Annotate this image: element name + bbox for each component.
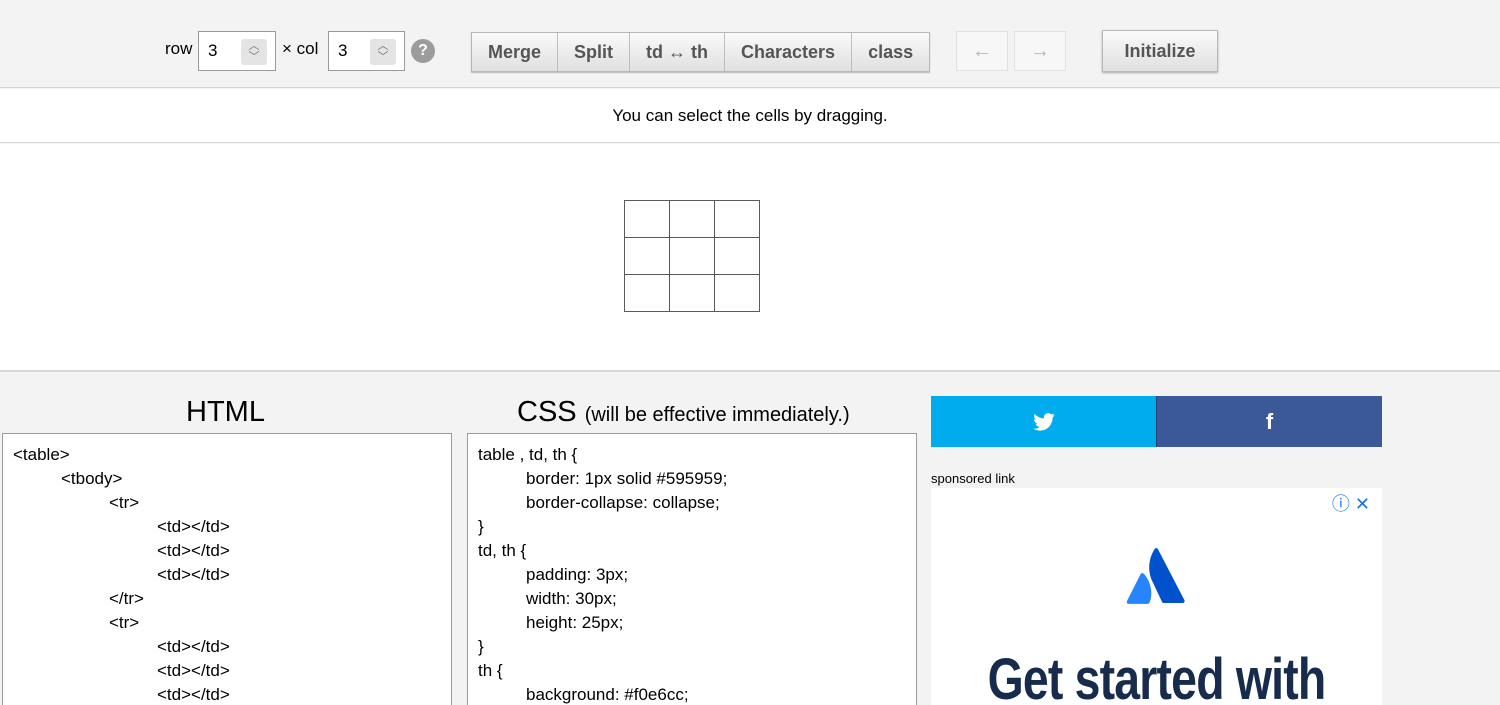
table-preview: [0, 144, 1500, 372]
css-panel-title: CSS: [517, 396, 577, 428]
code-line: <tr>: [109, 493, 140, 512]
preview-cell[interactable]: [624, 274, 670, 312]
atlassian-logo-icon: [1126, 548, 1185, 604]
code-line: <td></td>: [157, 565, 230, 584]
undo-button[interactable]: ←: [956, 31, 1008, 71]
code-line: </tr>: [109, 589, 144, 608]
edit-button-group: Merge Split td ↔ th Characters class: [471, 32, 931, 72]
preview-cell[interactable]: [714, 237, 760, 275]
code-line: <tr>: [109, 613, 140, 632]
css-panel-heading: CSS (will be effective immediately.): [517, 396, 850, 429]
code-line: table , td, th {: [478, 445, 578, 464]
row-label: row: [165, 39, 193, 58]
toggle-td-th-button[interactable]: td ↔ th: [630, 33, 725, 71]
preview-row: [624, 200, 760, 238]
code-line: <td></td>: [157, 685, 230, 704]
preview-table[interactable]: [624, 200, 760, 312]
facebook-share-button[interactable]: f: [1156, 396, 1382, 447]
facebook-icon: f: [1265, 408, 1274, 434]
ad-headline: Get started with: [987, 647, 1327, 705]
twitter-bird-icon: [1032, 412, 1055, 431]
split-button[interactable]: Split: [558, 33, 631, 71]
preview-cell[interactable]: [714, 200, 760, 238]
html-code-output[interactable]: <table> <tbody> <tr> <td></td> <td></td> <td>…: [2, 433, 452, 705]
col-stepper-icon[interactable]: ︿ ﹀: [370, 39, 396, 65]
row-count-input[interactable]: 3 ︿ ﹀: [198, 31, 276, 71]
code-line: td, th {: [478, 541, 527, 560]
ad-banner[interactable]: ⓘ ✕ Get started with: [931, 488, 1382, 705]
code-line: <td></td>: [157, 661, 230, 680]
redo-button[interactable]: →: [1014, 31, 1066, 71]
col-count-value: 3: [338, 41, 348, 60]
twitter-share-button[interactable]: [931, 396, 1156, 447]
col-count-input[interactable]: 3 ︿ ﹀: [328, 31, 405, 71]
preview-cell[interactable]: [669, 237, 715, 275]
code-line: padding: 3px;: [526, 565, 629, 584]
preview-row: [624, 274, 760, 312]
preview-cell[interactable]: [624, 237, 670, 275]
preview-cell[interactable]: [624, 200, 670, 238]
code-line: }: [478, 637, 484, 656]
code-line: <table>: [13, 445, 70, 464]
html-panel-title: HTML: [186, 396, 265, 428]
characters-button[interactable]: Characters: [725, 33, 853, 71]
code-line: border-collapse: collapse;: [526, 493, 720, 512]
preview-cell[interactable]: [669, 274, 715, 312]
code-line: }: [478, 517, 484, 536]
toolbar: row 3 ︿ ﹀ × col 3 ︿ ﹀ ? Merge Split td ↔ t…: [0, 0, 1500, 88]
code-line: th {: [478, 661, 503, 680]
preview-row: [624, 237, 760, 275]
row-count-value: 3: [208, 41, 218, 60]
code-line: <td></td>: [157, 637, 230, 656]
code-line: <td></td>: [157, 517, 230, 536]
code-line: border: 1px solid #595959;: [526, 469, 728, 488]
class-button[interactable]: class: [852, 33, 930, 71]
code-line: height: 25px;: [526, 613, 624, 632]
preview-cell[interactable]: [669, 200, 715, 238]
col-label: × col: [282, 39, 319, 58]
sponsored-label: sponsored link: [931, 471, 1015, 486]
merge-button[interactable]: Merge: [472, 33, 559, 71]
initialize-button[interactable]: Initialize: [1102, 30, 1218, 72]
css-code-editor[interactable]: table , td, th { border: 1px solid #59595…: [467, 433, 917, 705]
row-stepper-icon[interactable]: ︿ ﹀: [241, 39, 267, 65]
css-panel-subtitle: (will be effective immediately.): [584, 404, 850, 426]
preview-cell[interactable]: [714, 274, 760, 312]
code-line: <tbody>: [61, 469, 123, 488]
share-buttons: f: [931, 396, 1382, 447]
drag-hint: You can select the cells by dragging.: [0, 89, 1500, 143]
ad-close-icon[interactable]: ⓘ ✕: [1332, 490, 1370, 516]
code-line: <td></td>: [157, 541, 230, 560]
help-icon[interactable]: ?: [411, 39, 435, 63]
code-line: width: 30px;: [526, 589, 617, 608]
code-line: background: #f0e6cc;: [526, 685, 689, 704]
